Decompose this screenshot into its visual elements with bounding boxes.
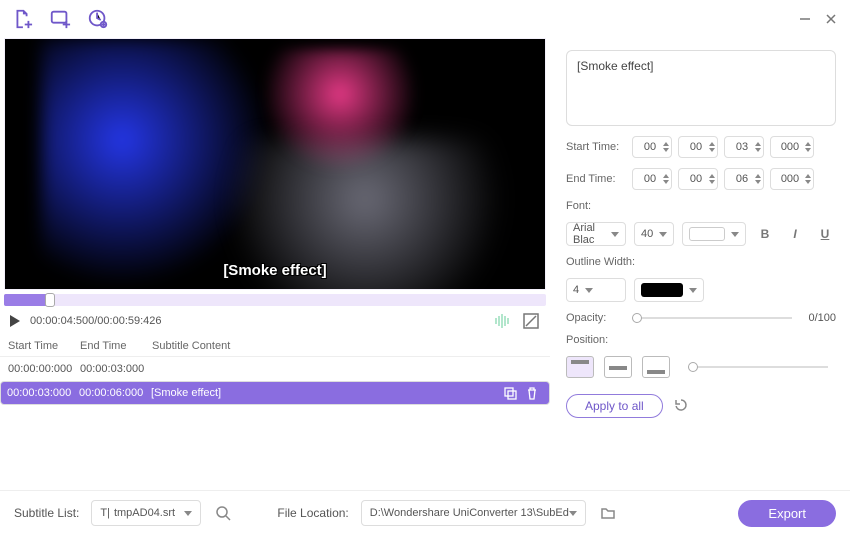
end-ms-stepper[interactable]: 000 bbox=[770, 168, 814, 190]
play-button[interactable] bbox=[10, 315, 20, 327]
timeline-scrubber[interactable] bbox=[4, 294, 546, 306]
title-bar bbox=[0, 0, 850, 38]
font-label: Font: bbox=[566, 200, 836, 212]
position-top[interactable] bbox=[566, 356, 594, 378]
table-row[interactable]: 00:00:00:000 00:00:03:000 bbox=[0, 357, 550, 381]
opacity-slider[interactable] bbox=[632, 317, 792, 319]
subtitle-list-select[interactable]: T|tmpAD04.srt bbox=[91, 500, 201, 526]
bold-button[interactable]: B bbox=[754, 223, 776, 245]
opacity-handle[interactable] bbox=[632, 313, 642, 323]
position-middle[interactable] bbox=[604, 356, 632, 378]
fullscreen-icon[interactable] bbox=[522, 312, 540, 330]
start-hh-stepper[interactable]: 00 bbox=[632, 136, 672, 158]
font-family-select[interactable]: Arial Blac bbox=[566, 222, 626, 246]
outline-width-select[interactable]: 4 bbox=[566, 278, 626, 302]
search-icon[interactable] bbox=[213, 503, 233, 523]
font-size-select[interactable]: 40 bbox=[634, 222, 674, 246]
subtitle-text-input[interactable]: [Smoke effect] bbox=[566, 50, 836, 126]
add-screen-icon[interactable] bbox=[48, 7, 72, 31]
waveform-icon[interactable] bbox=[494, 312, 512, 330]
start-ss-stepper[interactable]: 03 bbox=[724, 136, 764, 158]
underline-button[interactable]: U bbox=[814, 223, 836, 245]
end-mm-stepper[interactable]: 00 bbox=[678, 168, 718, 190]
opacity-value: 0/100 bbox=[808, 312, 836, 324]
table-row[interactable]: 00:00:03:000 00:00:06:000 [Smoke effect] bbox=[0, 381, 550, 405]
position-label: Position: bbox=[566, 334, 836, 346]
playback-time: 00:00:04:500/00:00:59:426 bbox=[30, 315, 162, 327]
end-hh-stepper[interactable]: 00 bbox=[632, 168, 672, 190]
close-button[interactable] bbox=[822, 10, 840, 28]
open-folder-icon[interactable] bbox=[598, 503, 618, 523]
add-file-icon[interactable] bbox=[10, 7, 34, 31]
subtitle-table-header: Start Time End Time Subtitle Content bbox=[0, 336, 550, 357]
outline-color-select[interactable] bbox=[634, 278, 704, 302]
font-color-select[interactable] bbox=[682, 222, 746, 246]
file-location-select[interactable]: D:\Wondershare UniConverter 13\SubEd bbox=[361, 500, 586, 526]
delete-icon[interactable] bbox=[521, 382, 543, 404]
italic-button[interactable]: I bbox=[784, 223, 806, 245]
add-clip-icon[interactable] bbox=[86, 7, 110, 31]
subtitle-list-label: Subtitle List: bbox=[14, 506, 79, 520]
position-bottom[interactable] bbox=[642, 356, 670, 378]
file-location-label: File Location: bbox=[277, 506, 348, 520]
reset-icon[interactable] bbox=[673, 397, 689, 416]
minimize-button[interactable] bbox=[796, 10, 814, 28]
start-time-label: Start Time: bbox=[566, 141, 626, 153]
position-handle[interactable] bbox=[688, 362, 698, 372]
end-time-label: End Time: bbox=[566, 173, 626, 185]
duplicate-icon[interactable] bbox=[499, 382, 521, 404]
video-preview[interactable]: [Smoke effect] bbox=[4, 38, 546, 290]
outline-label: Outline Width: bbox=[566, 256, 836, 268]
opacity-label: Opacity: bbox=[566, 312, 616, 324]
start-ms-stepper[interactable]: 000 bbox=[770, 136, 814, 158]
caption-overlay: [Smoke effect] bbox=[5, 262, 545, 279]
position-slider[interactable] bbox=[688, 366, 828, 368]
apply-to-all-button[interactable]: Apply to all bbox=[566, 394, 663, 418]
start-mm-stepper[interactable]: 00 bbox=[678, 136, 718, 158]
timeline-handle[interactable] bbox=[45, 293, 55, 307]
export-button[interactable]: Export bbox=[738, 500, 836, 527]
end-ss-stepper[interactable]: 06 bbox=[724, 168, 764, 190]
